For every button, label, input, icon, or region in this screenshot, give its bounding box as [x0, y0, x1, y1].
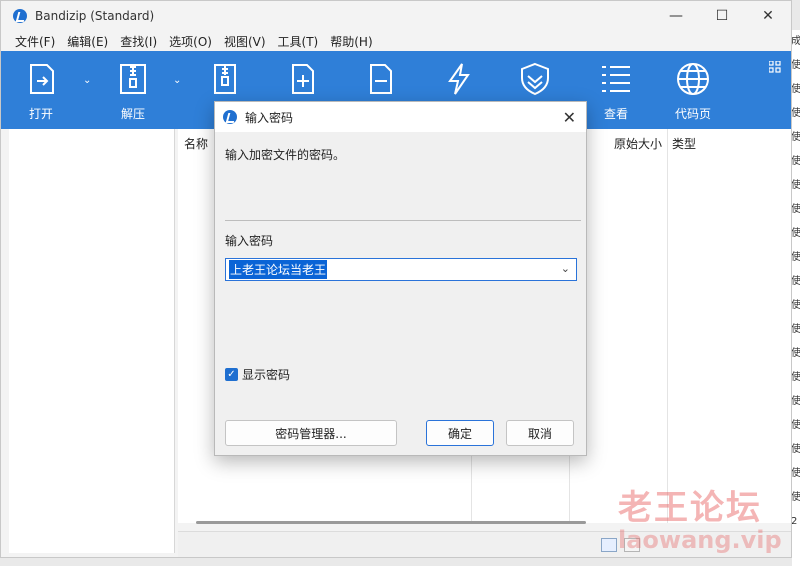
- menu-tools[interactable]: 工具(T): [272, 33, 325, 50]
- password-combobox[interactable]: 上老王论坛当老王 ⌄: [225, 258, 577, 281]
- password-dialog: 输入密码 ✕ 输入加密文件的密码。 输入密码 上老王论坛当老王 ⌄ ✓ 显示密码…: [214, 101, 587, 456]
- close-button[interactable]: ✕: [745, 1, 791, 31]
- window-controls: — ☐ ✕: [653, 1, 791, 31]
- list-view-icon: [602, 66, 630, 92]
- menu-file[interactable]: 文件(F): [9, 33, 61, 50]
- edge-text: 使: [792, 324, 800, 335]
- chevron-down-icon[interactable]: ⌄: [561, 262, 570, 275]
- edge-text: 使: [792, 84, 800, 95]
- column-header-original-size[interactable]: 原始大小: [614, 135, 662, 152]
- dialog-description: 输入加密文件的密码。: [225, 148, 346, 162]
- edge-text: 使: [792, 108, 800, 119]
- title-bar: Bandizip (Standard) — ☐ ✕: [1, 1, 791, 31]
- edge-text: 使: [792, 228, 800, 239]
- edge-text: 使: [792, 396, 800, 407]
- edge-text: 使: [792, 468, 800, 479]
- shield-icon: [521, 62, 549, 96]
- menu-view[interactable]: 视图(V): [218, 33, 272, 50]
- watermark-url: laowang.vip: [618, 526, 782, 554]
- open-label: 打开: [28, 107, 53, 121]
- codepage-button[interactable]: 代码页: [675, 61, 711, 122]
- menu-edit[interactable]: 编辑(E): [61, 33, 114, 50]
- add-file-icon: [292, 64, 314, 94]
- edge-text: 使: [792, 132, 800, 143]
- dialog-title-bar: 输入密码 ✕: [215, 102, 586, 132]
- edge-text: 使: [792, 204, 800, 215]
- window-title: Bandizip (Standard): [35, 9, 155, 23]
- column-header-name[interactable]: 名称: [184, 135, 208, 152]
- password-manager-button[interactable]: 密码管理器...: [225, 420, 397, 446]
- lightning-icon: [448, 63, 470, 95]
- extract-dropdown-arrow-icon[interactable]: ⌄: [173, 75, 181, 86]
- maximize-button[interactable]: ☐: [699, 1, 745, 31]
- show-password-checkbox-row[interactable]: ✓ 显示密码: [225, 366, 290, 383]
- edge-text: 2: [792, 516, 798, 527]
- edge-text: 使: [792, 492, 800, 503]
- edge-text: 使: [792, 276, 800, 287]
- layout-grid-icon[interactable]: [769, 61, 781, 73]
- minimize-button[interactable]: —: [653, 1, 699, 31]
- new-archive-button[interactable]: [207, 61, 243, 97]
- show-password-label[interactable]: 显示密码: [242, 366, 290, 383]
- column-divider: [667, 129, 668, 523]
- view-label: 查看: [603, 107, 628, 121]
- menu-bar: 文件(F) 编辑(E) 查找(I) 选项(O) 视图(V) 工具(T) 帮助(H…: [1, 31, 791, 51]
- ok-button[interactable]: 确定: [426, 420, 494, 446]
- zip-file-icon: [214, 64, 236, 94]
- bandizip-app-icon: [223, 110, 237, 124]
- remove-file-icon: [370, 64, 392, 94]
- open-dropdown-arrow-icon[interactable]: ⌄: [83, 75, 91, 86]
- watermark-title: 老王论坛: [618, 488, 762, 528]
- dialog-separator: [225, 220, 581, 221]
- edge-text: 使: [792, 348, 800, 359]
- password-input-value[interactable]: 上老王论坛当老王: [229, 260, 328, 279]
- background-window-edge: 成 使 使 使 使 使 使 使 使 使 使 使 使 使 使 使 使 使 使 使 …: [792, 30, 800, 566]
- site-watermark: 老王论坛 laowang.vip: [612, 480, 792, 560]
- extract-button[interactable]: 解压: [115, 61, 151, 122]
- dialog-title: 输入密码: [245, 110, 294, 125]
- horizontal-scrollbar[interactable]: [196, 521, 586, 524]
- edge-text: 使: [792, 300, 800, 311]
- extract-label: 解压: [120, 107, 145, 121]
- edge-text: 使: [792, 156, 800, 167]
- test-archive-button[interactable]: [441, 61, 477, 97]
- extract-zip-icon: [120, 64, 146, 94]
- edge-text: 成: [792, 36, 800, 47]
- menu-find[interactable]: 查找(I): [114, 33, 163, 50]
- edge-text: 使: [792, 60, 800, 71]
- bandizip-app-icon: [13, 9, 27, 23]
- show-password-checkbox[interactable]: ✓: [225, 368, 238, 381]
- edge-text: 使: [792, 444, 800, 455]
- menu-help[interactable]: 帮助(H): [324, 33, 378, 50]
- edge-text: 使: [792, 420, 800, 431]
- edge-text: 使: [792, 372, 800, 383]
- column-header-type[interactable]: 类型: [672, 135, 696, 152]
- password-field-label: 输入密码: [225, 234, 274, 248]
- globe-icon: [677, 63, 709, 95]
- folder-tree-pane[interactable]: [9, 129, 175, 553]
- menu-options[interactable]: 选项(O): [163, 33, 218, 50]
- add-files-button[interactable]: [285, 61, 321, 97]
- edge-text: 使: [792, 180, 800, 191]
- scan-button[interactable]: [517, 61, 553, 97]
- edge-text: 使: [792, 252, 800, 263]
- open-archive-icon: [30, 64, 54, 94]
- dialog-close-button[interactable]: ✕: [563, 108, 576, 127]
- delete-files-button[interactable]: [363, 61, 399, 97]
- codepage-label: 代码页: [675, 107, 712, 121]
- view-button[interactable]: 查看: [598, 61, 634, 122]
- cancel-button[interactable]: 取消: [506, 420, 574, 446]
- open-button[interactable]: 打开: [23, 61, 59, 122]
